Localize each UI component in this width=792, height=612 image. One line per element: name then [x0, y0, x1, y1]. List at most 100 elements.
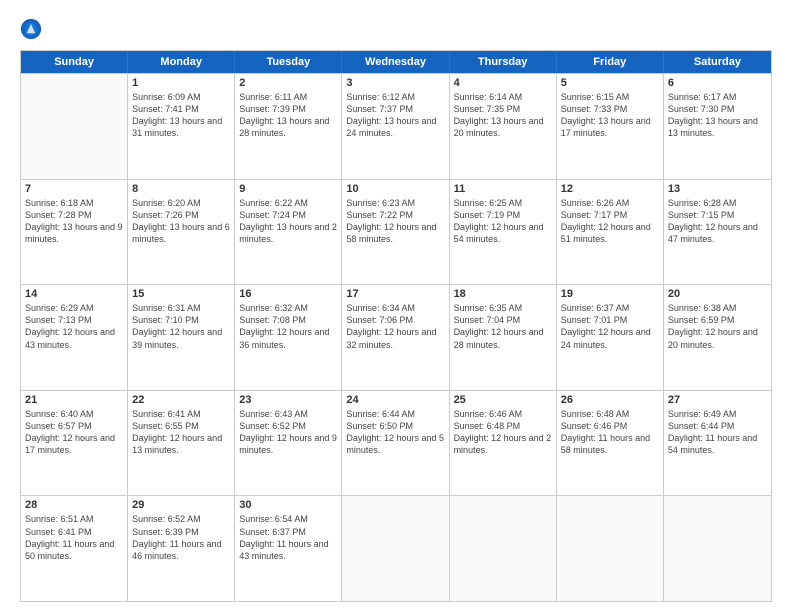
daylight-text: Daylight: 13 hours and 9 minutes. [25, 221, 123, 245]
daylight-text: Daylight: 12 hours and 17 minutes. [25, 432, 123, 456]
sunset-text: Sunset: 7:26 PM [132, 209, 230, 221]
sunrise-text: Sunrise: 6:32 AM [239, 302, 337, 314]
day-number: 16 [239, 288, 337, 300]
sunrise-text: Sunrise: 6:15 AM [561, 91, 659, 103]
calendar-cell: 26Sunrise: 6:48 AMSunset: 6:46 PMDayligh… [557, 391, 664, 496]
sunrise-text: Sunrise: 6:25 AM [454, 197, 552, 209]
daylight-text: Daylight: 13 hours and 20 minutes. [454, 115, 552, 139]
sunrise-text: Sunrise: 6:11 AM [239, 91, 337, 103]
daylight-text: Daylight: 13 hours and 13 minutes. [668, 115, 767, 139]
daylight-text: Daylight: 12 hours and 9 minutes. [239, 432, 337, 456]
day-number: 18 [454, 288, 552, 300]
day-number: 6 [668, 77, 767, 89]
daylight-text: Daylight: 11 hours and 46 minutes. [132, 538, 230, 562]
sunset-text: Sunset: 6:52 PM [239, 420, 337, 432]
day-number: 9 [239, 183, 337, 195]
sunrise-text: Sunrise: 6:34 AM [346, 302, 444, 314]
calendar-cell: 15Sunrise: 6:31 AMSunset: 7:10 PMDayligh… [128, 285, 235, 390]
calendar-week-4: 21Sunrise: 6:40 AMSunset: 6:57 PMDayligh… [21, 390, 771, 496]
sunset-text: Sunset: 7:22 PM [346, 209, 444, 221]
sunset-text: Sunset: 7:17 PM [561, 209, 659, 221]
calendar-cell: 30Sunrise: 6:54 AMSunset: 6:37 PMDayligh… [235, 496, 342, 601]
sunset-text: Sunset: 7:10 PM [132, 314, 230, 326]
header-day-wednesday: Wednesday [342, 51, 449, 73]
calendar-cell: 16Sunrise: 6:32 AMSunset: 7:08 PMDayligh… [235, 285, 342, 390]
day-number: 13 [668, 183, 767, 195]
daylight-text: Daylight: 13 hours and 31 minutes. [132, 115, 230, 139]
sunrise-text: Sunrise: 6:37 AM [561, 302, 659, 314]
sunrise-text: Sunrise: 6:28 AM [668, 197, 767, 209]
sunrise-text: Sunrise: 6:09 AM [132, 91, 230, 103]
daylight-text: Daylight: 12 hours and 13 minutes. [132, 432, 230, 456]
sunrise-text: Sunrise: 6:22 AM [239, 197, 337, 209]
day-number: 27 [668, 394, 767, 406]
calendar-cell: 28Sunrise: 6:51 AMSunset: 6:41 PMDayligh… [21, 496, 128, 601]
day-number: 1 [132, 77, 230, 89]
day-number: 26 [561, 394, 659, 406]
sunset-text: Sunset: 6:59 PM [668, 314, 767, 326]
daylight-text: Daylight: 12 hours and 43 minutes. [25, 326, 123, 350]
day-number: 15 [132, 288, 230, 300]
daylight-text: Daylight: 13 hours and 28 minutes. [239, 115, 337, 139]
calendar-cell: 25Sunrise: 6:46 AMSunset: 6:48 PMDayligh… [450, 391, 557, 496]
calendar: SundayMondayTuesdayWednesdayThursdayFrid… [20, 50, 772, 602]
daylight-text: Daylight: 12 hours and 47 minutes. [668, 221, 767, 245]
calendar-cell: 22 Sunrise: 6:41 AMSunset: 6:55 PMDayligh… [128, 391, 235, 496]
sunset-text: Sunset: 7:24 PM [239, 209, 337, 221]
daylight-text: Daylight: 11 hours and 58 minutes. [561, 432, 659, 456]
header-day-monday: Monday [128, 51, 235, 73]
calendar-cell: 12Sunrise: 6:26 AMSunset: 7:17 PMDayligh… [557, 180, 664, 285]
sunset-text: Sunset: 6:46 PM [561, 420, 659, 432]
day-number: 4 [454, 77, 552, 89]
daylight-text: Daylight: 12 hours and 58 minutes. [346, 221, 444, 245]
daylight-text: Daylight: 11 hours and 50 minutes. [25, 538, 123, 562]
sunrise-text: Sunrise: 6:49 AM [668, 408, 767, 420]
sunset-text: Sunset: 7:39 PM [239, 103, 337, 115]
calendar-cell: 5Sunrise: 6:15 AMSunset: 7:33 PMDaylight… [557, 74, 664, 179]
sunrise-text: Sunrise: 6:54 AM [239, 513, 337, 525]
day-number: 11 [454, 183, 552, 195]
header-day-sunday: Sunday [21, 51, 128, 73]
calendar-cell: 4Sunrise: 6:14 AMSunset: 7:35 PMDaylight… [450, 74, 557, 179]
sunrise-text: Sunrise: 6:38 AM [668, 302, 767, 314]
calendar-cell [450, 496, 557, 601]
sunrise-text: Sunrise: 6:46 AM [454, 408, 552, 420]
calendar-cell: 11Sunrise: 6:25 AMSunset: 7:19 PMDayligh… [450, 180, 557, 285]
day-number: 20 [668, 288, 767, 300]
sunset-text: Sunset: 7:35 PM [454, 103, 552, 115]
day-number: 14 [25, 288, 123, 300]
sunset-text: Sunset: 6:41 PM [25, 526, 123, 538]
daylight-text: Daylight: 12 hours and 51 minutes. [561, 221, 659, 245]
calendar-cell: 10Sunrise: 6:23 AMSunset: 7:22 PMDayligh… [342, 180, 449, 285]
sunrise-text: Sunrise: 6:41 AM [132, 408, 230, 420]
sunrise-text: Sunrise: 6:51 AM [25, 513, 123, 525]
daylight-text: Daylight: 11 hours and 54 minutes. [668, 432, 767, 456]
daylight-text: Daylight: 12 hours and 2 minutes. [454, 432, 552, 456]
sunset-text: Sunset: 7:13 PM [25, 314, 123, 326]
day-number: 10 [346, 183, 444, 195]
daylight-text: Daylight: 13 hours and 6 minutes. [132, 221, 230, 245]
calendar-cell: 6Sunrise: 6:17 AMSunset: 7:30 PMDaylight… [664, 74, 771, 179]
sunrise-text: Sunrise: 6:35 AM [454, 302, 552, 314]
sunrise-text: Sunrise: 6:40 AM [25, 408, 123, 420]
daylight-text: Daylight: 12 hours and 39 minutes. [132, 326, 230, 350]
sunrise-text: Sunrise: 6:44 AM [346, 408, 444, 420]
day-number: 21 [25, 394, 123, 406]
header-day-thursday: Thursday [450, 51, 557, 73]
calendar-header: SundayMondayTuesdayWednesdayThursdayFrid… [21, 51, 771, 73]
calendar-cell: 9Sunrise: 6:22 AMSunset: 7:24 PMDaylight… [235, 180, 342, 285]
sunset-text: Sunset: 7:01 PM [561, 314, 659, 326]
sunset-text: Sunset: 6:48 PM [454, 420, 552, 432]
header-day-friday: Friday [557, 51, 664, 73]
calendar-week-1: 1Sunrise: 6:09 AMSunset: 7:41 PMDaylight… [21, 73, 771, 179]
calendar-cell: 29Sunrise: 6:52 AMSunset: 6:39 PMDayligh… [128, 496, 235, 601]
sunset-text: Sunset: 7:37 PM [346, 103, 444, 115]
sunset-text: Sunset: 6:55 PM [132, 420, 230, 432]
calendar-cell: 3Sunrise: 6:12 AMSunset: 7:37 PMDaylight… [342, 74, 449, 179]
day-number: 7 [25, 183, 123, 195]
sunrise-text: Sunrise: 6:26 AM [561, 197, 659, 209]
calendar-cell: 20Sunrise: 6:38 AMSunset: 6:59 PMDayligh… [664, 285, 771, 390]
day-number: 24 [346, 394, 444, 406]
day-number: 29 [132, 499, 230, 511]
day-number: 22 [132, 394, 230, 406]
